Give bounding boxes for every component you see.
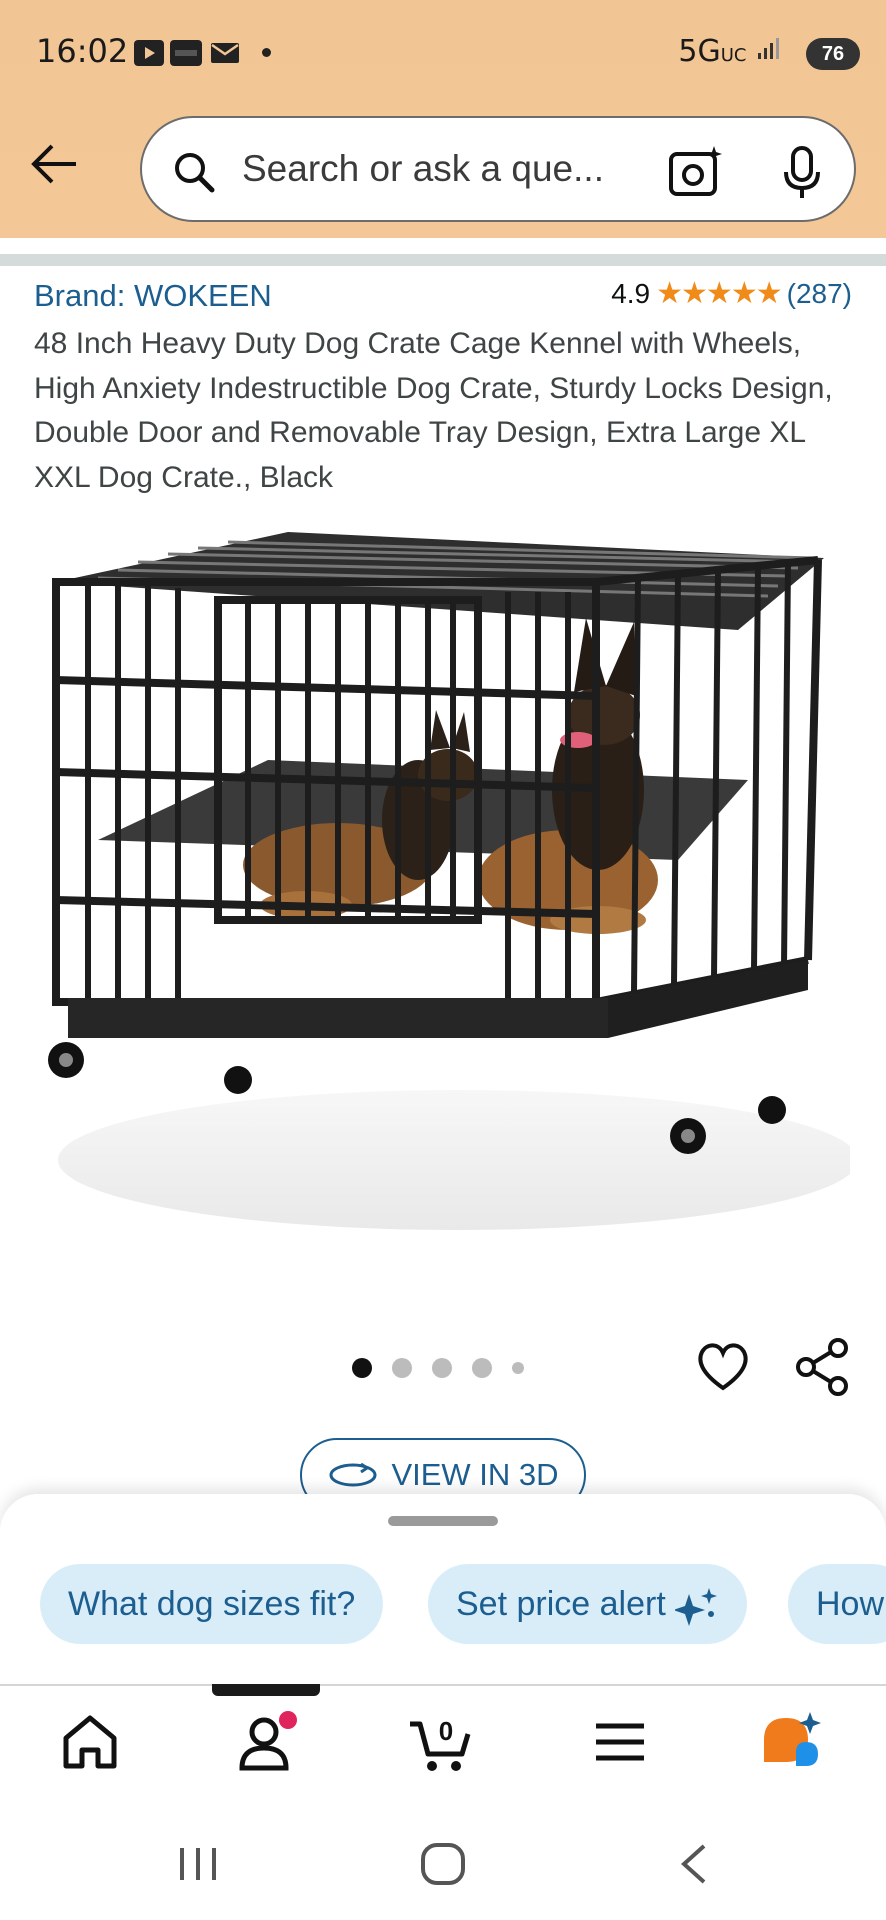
system-navigation-bar [0,1800,886,1920]
brand-link[interactable]: Brand: WOKEEN [34,278,272,314]
cart-icon[interactable]: 0 [408,1710,472,1774]
rufus-suggestion-sheet: What dog sizes fit? Set price alert How [0,1494,886,1684]
suggestion-chip-how[interactable]: How [788,1564,886,1644]
star-rating-icon: ★★★★★ [656,277,782,310]
microphone-icon[interactable] [782,146,822,200]
more-notifications-dot [262,48,271,57]
notification-dot [279,1711,297,1729]
rufus-assistant-icon[interactable] [760,1710,824,1774]
image-carousel-dots[interactable] [352,1358,524,1378]
recent-apps-icon[interactable] [176,1844,220,1884]
carousel-dot[interactable] [352,1358,372,1378]
view-in-3d-label: VIEW IN 3D [391,1457,559,1492]
battery-indicator: 76 [806,38,860,70]
search-placeholder[interactable]: Search or ask a que... [242,148,604,190]
home-system-icon[interactable] [420,1842,466,1886]
search-bar[interactable]: Search or ask a que... [140,116,856,222]
rating-summary[interactable]: 4.9 ★★★★★ (287) [611,276,852,311]
wishlist-heart-icon[interactable] [696,1340,750,1392]
search-icon [175,153,215,193]
sheet-drag-handle[interactable] [388,1516,498,1526]
carousel-dot[interactable] [512,1362,524,1374]
rotate-3d-icon [329,1462,377,1487]
status-bar: 16:02 5GUC 76 [0,0,886,104]
product-title: 48 Inch Heavy Duty Dog Crate Cage Kennel… [34,327,833,494]
review-count[interactable]: (287) [787,278,852,310]
cart-count: 0 [439,1716,453,1746]
back-button[interactable] [28,136,84,192]
youtube-notification-icon [134,40,164,66]
network-indicator: 5GUC [678,34,782,69]
share-icon[interactable] [794,1338,850,1396]
suggestion-chip-dog-sizes[interactable]: What dog sizes fit? [40,1564,384,1644]
sparkle-icon [673,1588,718,1627]
back-system-icon[interactable] [676,1842,710,1886]
mail-notification-icon [210,42,240,69]
back-arrow-icon [31,144,76,184]
product-image[interactable] [38,520,850,1260]
rating-value: 4.9 [611,277,651,309]
signal-icon [758,38,779,59]
carousel-dot[interactable] [392,1358,412,1378]
menu-icon[interactable] [588,1710,652,1774]
carousel-dot[interactable] [432,1358,452,1378]
active-tab-indicator [212,1684,320,1696]
suggestion-chip-price-alert[interactable]: Set price alert [428,1564,748,1644]
myq-notification-icon [170,40,202,66]
camera-lens-icon[interactable] [668,144,726,198]
status-time: 16:02 [36,32,129,70]
home-icon[interactable] [58,1710,122,1774]
header-divider [0,254,886,266]
account-icon[interactable] [234,1710,298,1774]
app-header: 16:02 5GUC 76 Search or ask a que... [0,0,886,238]
carousel-dot[interactable] [472,1358,492,1378]
